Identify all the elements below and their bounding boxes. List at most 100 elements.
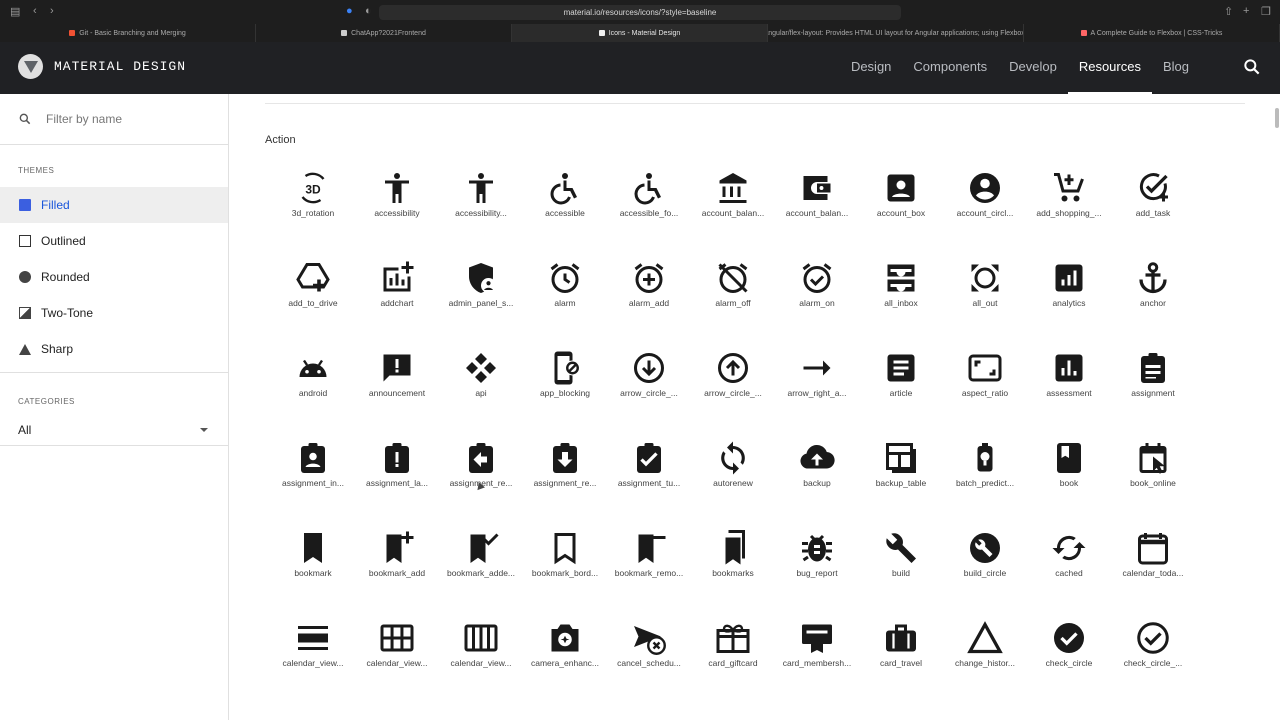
shield-icon [469, 263, 496, 293]
icon-tile[interactable]: bookmark [271, 530, 355, 620]
icon-tile[interactable]: android [271, 350, 355, 440]
icon-tile[interactable]: card_travel [859, 620, 943, 710]
icon-tile[interactable]: change_histor... [943, 620, 1027, 710]
icon-tile[interactable]: assessment [1027, 350, 1111, 440]
renew-icon [721, 441, 745, 475]
icon-tile[interactable]: card_giftcard [691, 620, 775, 710]
icon-tile[interactable]: app_blocking [523, 350, 607, 440]
icon-tile[interactable]: check_circle [1027, 620, 1111, 710]
icon-tile[interactable]: assignment [1111, 350, 1195, 440]
nav-design[interactable]: Design [840, 42, 902, 94]
icon-tile[interactable]: assignment_la... [355, 440, 439, 530]
icon-tile[interactable]: account_circl... [943, 170, 1027, 260]
icon-tile[interactable]: addchart [355, 260, 439, 350]
nav-components[interactable]: Components [902, 42, 998, 94]
icon-tile[interactable]: assignment_in... [271, 440, 355, 530]
icon-tile[interactable]: backup [775, 440, 859, 530]
icon-tile[interactable]: arrow_circle_... [607, 350, 691, 440]
extension-icon[interactable]: ● [346, 5, 353, 17]
icon-tile[interactable]: add_to_drive [271, 260, 355, 350]
icon-tile[interactable]: calendar_view... [439, 620, 523, 710]
icon-tile[interactable]: bookmark_remo... [607, 530, 691, 620]
icon-tile[interactable]: accessible_fo... [607, 170, 691, 260]
icon-tile[interactable]: card_membersh... [775, 620, 859, 710]
icon-tile[interactable]: calendar_view... [271, 620, 355, 710]
icon-tile[interactable]: arrow_circle_... [691, 350, 775, 440]
icon-tile[interactable]: anchor [1111, 260, 1195, 350]
icon-tile[interactable]: alarm_add [607, 260, 691, 350]
icon-tile[interactable]: build_circle [943, 530, 1027, 620]
icon-tile[interactable]: book [1027, 440, 1111, 530]
address-bar[interactable]: material.io/resources/icons/?style=basel… [379, 5, 901, 20]
icon-tile[interactable]: arrow_right_a... [775, 350, 859, 440]
icon-tile[interactable]: all_out [943, 260, 1027, 350]
icon-tile[interactable]: bookmark_adde... [439, 530, 523, 620]
browser-tab-label: A Complete Guide to Flexbox | CSS-Tricks [1090, 29, 1223, 37]
icon-tile[interactable]: account_box [859, 170, 943, 260]
icon-tile[interactable]: calendar_view... [355, 620, 439, 710]
browser-tab[interactable]: angular/flex-layout: Provides HTML UI la… [768, 24, 1024, 42]
icon-tile[interactable]: account_balan... [691, 170, 775, 260]
icon-tile[interactable]: book_online [1111, 440, 1195, 530]
category-select[interactable]: All [0, 415, 228, 446]
icon-tile[interactable]: aspect_ratio [943, 350, 1027, 440]
icon-label: analytics [1052, 298, 1086, 308]
theme-rounded[interactable]: Rounded [0, 259, 228, 295]
nav-resources[interactable]: Resources [1067, 42, 1153, 94]
icon-tile[interactable]: batch_predict... [943, 440, 1027, 530]
forward-icon[interactable]: › [50, 5, 54, 17]
icon-tile[interactable]: camera_enhanc... [523, 620, 607, 710]
icon-tile[interactable]: 3D 3d_rotation [271, 170, 355, 260]
icon-tile[interactable]: accessibility... [439, 170, 523, 260]
search-icon[interactable] [1242, 57, 1262, 77]
icon-tile[interactable]: cancel_schedu... [607, 620, 691, 710]
icon-tile[interactable]: check_circle_... [1111, 620, 1195, 710]
icon-tile[interactable]: calendar_toda... [1111, 530, 1195, 620]
icon-tile[interactable]: autorenew [691, 440, 775, 530]
icon-tile[interactable]: assignment_re... [523, 440, 607, 530]
icon-tile[interactable]: bug_report [775, 530, 859, 620]
icon-tile[interactable]: cached [1027, 530, 1111, 620]
nav-develop[interactable]: Develop [998, 42, 1068, 94]
material-logo-icon[interactable] [18, 54, 43, 79]
icon-tile[interactable]: accessible [523, 170, 607, 260]
browser-tab[interactable]: Git - Basic Branching and Merging [0, 24, 256, 42]
tab-overview-icon[interactable]: ❐ [1261, 5, 1271, 18]
icon-tile[interactable]: add_task [1111, 170, 1195, 260]
icon-tile[interactable]: all_inbox [859, 260, 943, 350]
icon-tile[interactable]: bookmarks [691, 530, 775, 620]
icon-tile[interactable]: accessibility [355, 170, 439, 260]
icon-tile[interactable]: announcement [355, 350, 439, 440]
scrollbar[interactable] [1275, 108, 1279, 128]
browser-tab[interactable]: ChatApp?2021Frontend [256, 24, 512, 42]
icon-tile[interactable]: bookmark_bord... [523, 530, 607, 620]
theme-two-tone[interactable]: Two-Tone [0, 295, 228, 331]
filter-input[interactable] [44, 111, 208, 127]
browser-tab[interactable]: Icons - Material Design [512, 24, 768, 42]
new-tab-icon[interactable]: + [1243, 5, 1249, 17]
icon-tile[interactable]: alarm_off [691, 260, 775, 350]
icon-tile[interactable]: account_balan... [775, 170, 859, 260]
icon-tile[interactable]: article [859, 350, 943, 440]
icon-tile[interactable]: admin_panel_s... [439, 260, 523, 350]
share-icon[interactable]: ⇧ [1224, 5, 1233, 18]
icon-tile[interactable]: bookmark_add [355, 530, 439, 620]
sidebar-toggle-icon[interactable]: ▤ [10, 5, 20, 18]
icon-tile[interactable]: alarm [523, 260, 607, 350]
icon-tile[interactable]: build [859, 530, 943, 620]
icon-tile[interactable]: assignment_tu... [607, 440, 691, 530]
icon-label: cached [1055, 568, 1083, 578]
back-icon[interactable]: ‹ [33, 5, 37, 17]
theme-outlined[interactable]: Outlined [0, 223, 228, 259]
theme-sharp[interactable]: Sharp [0, 331, 228, 367]
icon-tile[interactable]: api [439, 350, 523, 440]
brand-title[interactable]: MATERIAL DESIGN [54, 59, 186, 74]
icon-tile[interactable]: analytics [1027, 260, 1111, 350]
browser-tab[interactable]: A Complete Guide to Flexbox | CSS-Tricks [1024, 24, 1280, 42]
nav-blog[interactable]: Blog [1152, 42, 1200, 94]
theme-filled[interactable]: Filled [0, 187, 228, 223]
icon-tile[interactable]: alarm_on [775, 260, 859, 350]
shield-icon[interactable]: ◐ [365, 5, 372, 17]
icon-tile[interactable]: backup_table [859, 440, 943, 530]
icon-tile[interactable]: add_shopping_... [1027, 170, 1111, 260]
